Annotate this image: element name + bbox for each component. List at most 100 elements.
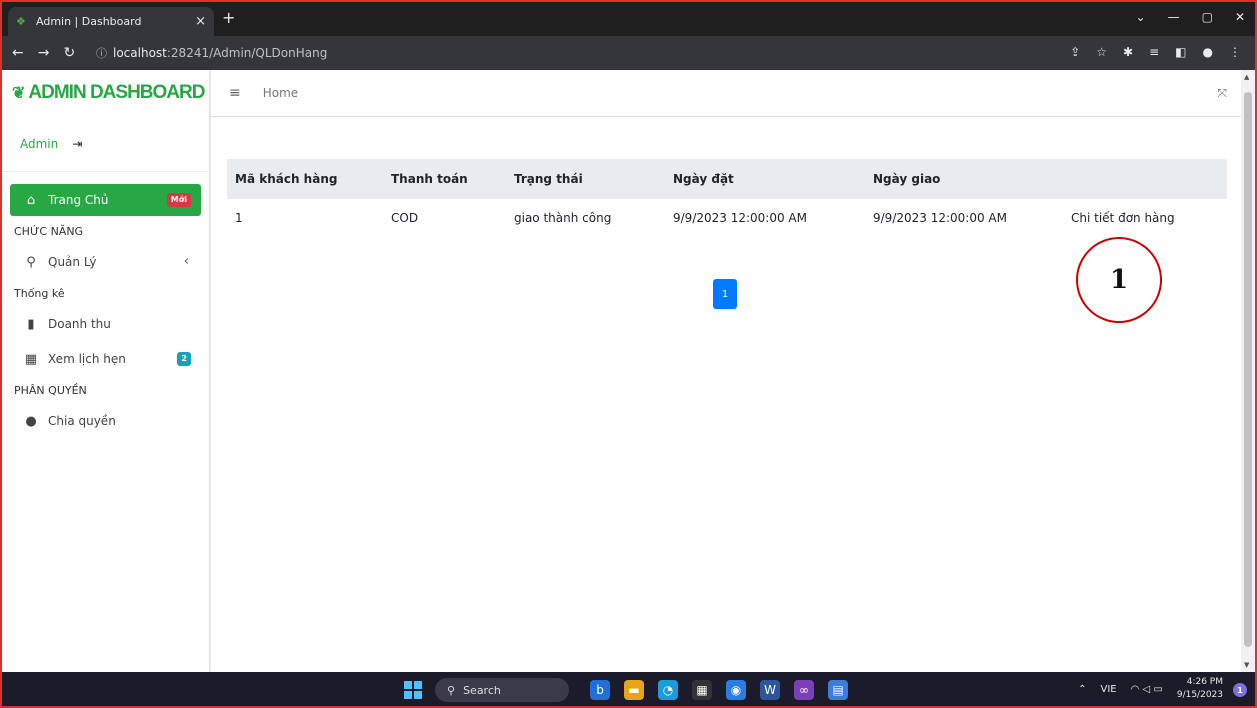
- table-cell: 1: [235, 211, 243, 225]
- sidebar-header-thong-ke: Thống kê: [14, 287, 65, 300]
- main-content: Mã khách hàng Thanh toán Trạng thái Ngày…: [211, 117, 1241, 672]
- user-panel: Admin ⇥: [2, 116, 209, 172]
- menu-kebab-icon[interactable]: ⋮: [1229, 45, 1241, 59]
- tab-search-icon[interactable]: ⌄: [1136, 10, 1146, 24]
- word-app-icon[interactable]: W: [760, 680, 780, 700]
- taskbar-search[interactable]: ⚲ Search: [435, 678, 569, 702]
- window-controls: ⌄ — ▢ ✕: [1136, 10, 1245, 24]
- column-header: Thanh toán: [383, 159, 506, 199]
- logout-icon[interactable]: ⇥: [72, 137, 82, 151]
- address-bar: ← → ↻ ⓘ localhost :28241/Admin/QLDonHang…: [2, 36, 1255, 70]
- user-name[interactable]: Admin: [20, 137, 58, 151]
- file-icon: ▮: [27, 316, 35, 332]
- calendar-icon: ▦: [24, 351, 38, 367]
- new-tab-button[interactable]: +: [222, 10, 235, 26]
- table-row: 1 COD giao thành công 9/9/2023 12:00:00 …: [227, 199, 1227, 237]
- reading-list-icon[interactable]: ≡: [1149, 45, 1159, 59]
- copilot-app-icon[interactable]: b: [590, 680, 610, 700]
- wifi-sound-battery-icon[interactable]: ◠ ◁ ▭: [1131, 684, 1163, 695]
- home-icon: ⌂: [26, 192, 36, 208]
- sidebar-item-label: Xem lịch hẹn: [48, 352, 126, 366]
- status-cell: giao thành công: [514, 211, 612, 225]
- windows-taskbar: ⚲ Search b ▬ ◔ ▦ ◉ W ∞ ▤ ⌃ VIE ◠ ◁ ▭ 4:2…: [2, 672, 1255, 706]
- scrollbar-thumb[interactable]: [1244, 92, 1252, 647]
- url-host: localhost: [113, 46, 167, 60]
- sidebar-item-label: Doanh thu: [48, 317, 111, 331]
- close-tab-icon[interactable]: ×: [195, 14, 206, 29]
- reload-icon[interactable]: ↻: [63, 45, 75, 61]
- bookmark-star-icon[interactable]: ☆: [1096, 45, 1107, 59]
- column-header: [1063, 159, 1227, 199]
- sidebar-header-chuc-nang: CHỨC NĂNG: [14, 225, 84, 238]
- search-icon: ⚲: [447, 683, 456, 697]
- scroll-up-icon[interactable]: ▲: [1244, 73, 1249, 81]
- input-language[interactable]: VIE: [1101, 684, 1117, 695]
- profile-avatar-icon[interactable]: ●: [1203, 45, 1213, 59]
- sidebar: ❦ ADMIN DASHBOARD Admin ⇥ ⌂ Trang Chủ Mớ…: [2, 70, 210, 672]
- forward-icon[interactable]: →: [38, 45, 50, 61]
- top-navbar: ≡ Home ⤧: [211, 70, 1241, 117]
- clock-date: 9/15/2023: [1176, 690, 1223, 700]
- site-info-icon[interactable]: ⓘ: [96, 45, 107, 61]
- file-explorer-icon[interactable]: ▬: [624, 680, 644, 700]
- url-path: :28241/Admin/QLDonHang: [166, 46, 328, 60]
- table-header-row: Mã khách hàng Thanh toán Trạng thái Ngày…: [227, 159, 1227, 199]
- count-badge: 2: [177, 352, 191, 366]
- visual-studio-icon[interactable]: ∞: [794, 680, 814, 700]
- sidebar-item-chia-quyen[interactable]: ● Chia quyền: [10, 405, 201, 437]
- tray-overflow-icon[interactable]: ⌃: [1078, 684, 1086, 695]
- clock-time: 4:26 PM: [1186, 677, 1223, 687]
- browser-toolbar-icons: ⇪ ☆ ✱ ≡ ◧ ● ⋮: [1070, 45, 1241, 59]
- chevron-left-icon: ‹: [183, 254, 189, 269]
- hamburger-menu-icon[interactable]: ≡: [229, 85, 241, 101]
- url-input[interactable]: ⓘ localhost :28241/Admin/QLDonHang: [96, 41, 1026, 65]
- page-scrollbar[interactable]: ▲ ▼: [1241, 70, 1255, 672]
- brand-text: ADMIN DASHBOARD: [28, 82, 205, 103]
- minimize-icon[interactable]: —: [1168, 10, 1180, 24]
- orders-table: Mã khách hàng Thanh toán Trạng thái Ngày…: [227, 159, 1227, 237]
- chrome-browser-icon[interactable]: ◉: [726, 680, 746, 700]
- circle-icon: ●: [25, 413, 37, 429]
- back-icon[interactable]: ←: [12, 45, 24, 61]
- sidebar-item-doanh-thu[interactable]: ▮ Doanh thu: [10, 308, 201, 340]
- column-header: Ngày giao: [865, 159, 1063, 199]
- tab-title: Admin | Dashboard: [36, 15, 142, 28]
- table-cell: 9/9/2023 12:00:00 AM: [873, 211, 1007, 225]
- store-app-icon[interactable]: ▦: [692, 680, 712, 700]
- column-header: Ngày đặt: [665, 159, 865, 199]
- edge-browser-icon[interactable]: ◔: [658, 680, 678, 700]
- notification-badge[interactable]: 1: [1233, 683, 1247, 697]
- sidebar-item-quan-ly[interactable]: ⚲ Quản Lý ‹: [10, 246, 201, 278]
- system-tray: ⌃ VIE ◠ ◁ ▭ 4:26 PM 9/15/2023: [1078, 676, 1223, 702]
- sidebar-item-label: Quản Lý: [48, 255, 97, 269]
- sidebar-item-trang-chu[interactable]: ⌂ Trang Chủ Mới: [10, 184, 201, 216]
- close-window-icon[interactable]: ✕: [1235, 10, 1245, 24]
- sidebar-header-phan-quyen: PHÂN QUYỀN: [14, 384, 87, 397]
- sidebar-item-label: Chia quyền: [48, 414, 116, 428]
- pagination-page-button[interactable]: 1: [713, 279, 737, 309]
- favicon-icon: ❖: [16, 14, 26, 28]
- sidebar-item-label: Trang Chủ: [48, 193, 109, 207]
- order-detail-link[interactable]: Chi tiết đơn hàng: [1063, 199, 1227, 237]
- browser-window: ❖ Admin | Dashboard × + ⌄ — ▢ ✕ ← → ↻ ⓘ …: [0, 0, 1257, 708]
- brand-logo[interactable]: ❦ ADMIN DASHBOARD: [2, 70, 209, 116]
- column-header: Mã khách hàng: [227, 159, 383, 199]
- sidebar-item-xem-lich-hen[interactable]: ▦ Xem lịch hẹn 2: [10, 343, 201, 375]
- annotation-marker: 1: [1076, 237, 1162, 323]
- maximize-icon[interactable]: ▢: [1202, 10, 1213, 24]
- taskbar-apps: b ▬ ◔ ▦ ◉ W ∞ ▤: [590, 680, 848, 700]
- browser-tab[interactable]: ❖ Admin | Dashboard ×: [8, 7, 214, 36]
- search-icon: ⚲: [26, 254, 36, 270]
- notepad-app-icon[interactable]: ▤: [828, 680, 848, 700]
- side-panel-icon[interactable]: ◧: [1175, 45, 1186, 59]
- share-icon[interactable]: ⇪: [1070, 45, 1080, 59]
- table-cell: 9/9/2023 12:00:00 AM: [673, 211, 807, 225]
- leaf-icon: ❦: [12, 85, 25, 102]
- sidebar-nav: ⌂ Trang Chủ Mới CHỨC NĂNG ⚲ Quản Lý ‹ Th…: [2, 172, 209, 437]
- windows-start-icon[interactable]: [404, 681, 422, 699]
- fullscreen-icon[interactable]: ⤧: [1217, 86, 1227, 101]
- extensions-icon[interactable]: ✱: [1123, 45, 1133, 59]
- clock[interactable]: 4:26 PM 9/15/2023: [1177, 676, 1223, 702]
- scroll-down-icon[interactable]: ▼: [1244, 661, 1249, 669]
- home-link[interactable]: Home: [263, 86, 298, 100]
